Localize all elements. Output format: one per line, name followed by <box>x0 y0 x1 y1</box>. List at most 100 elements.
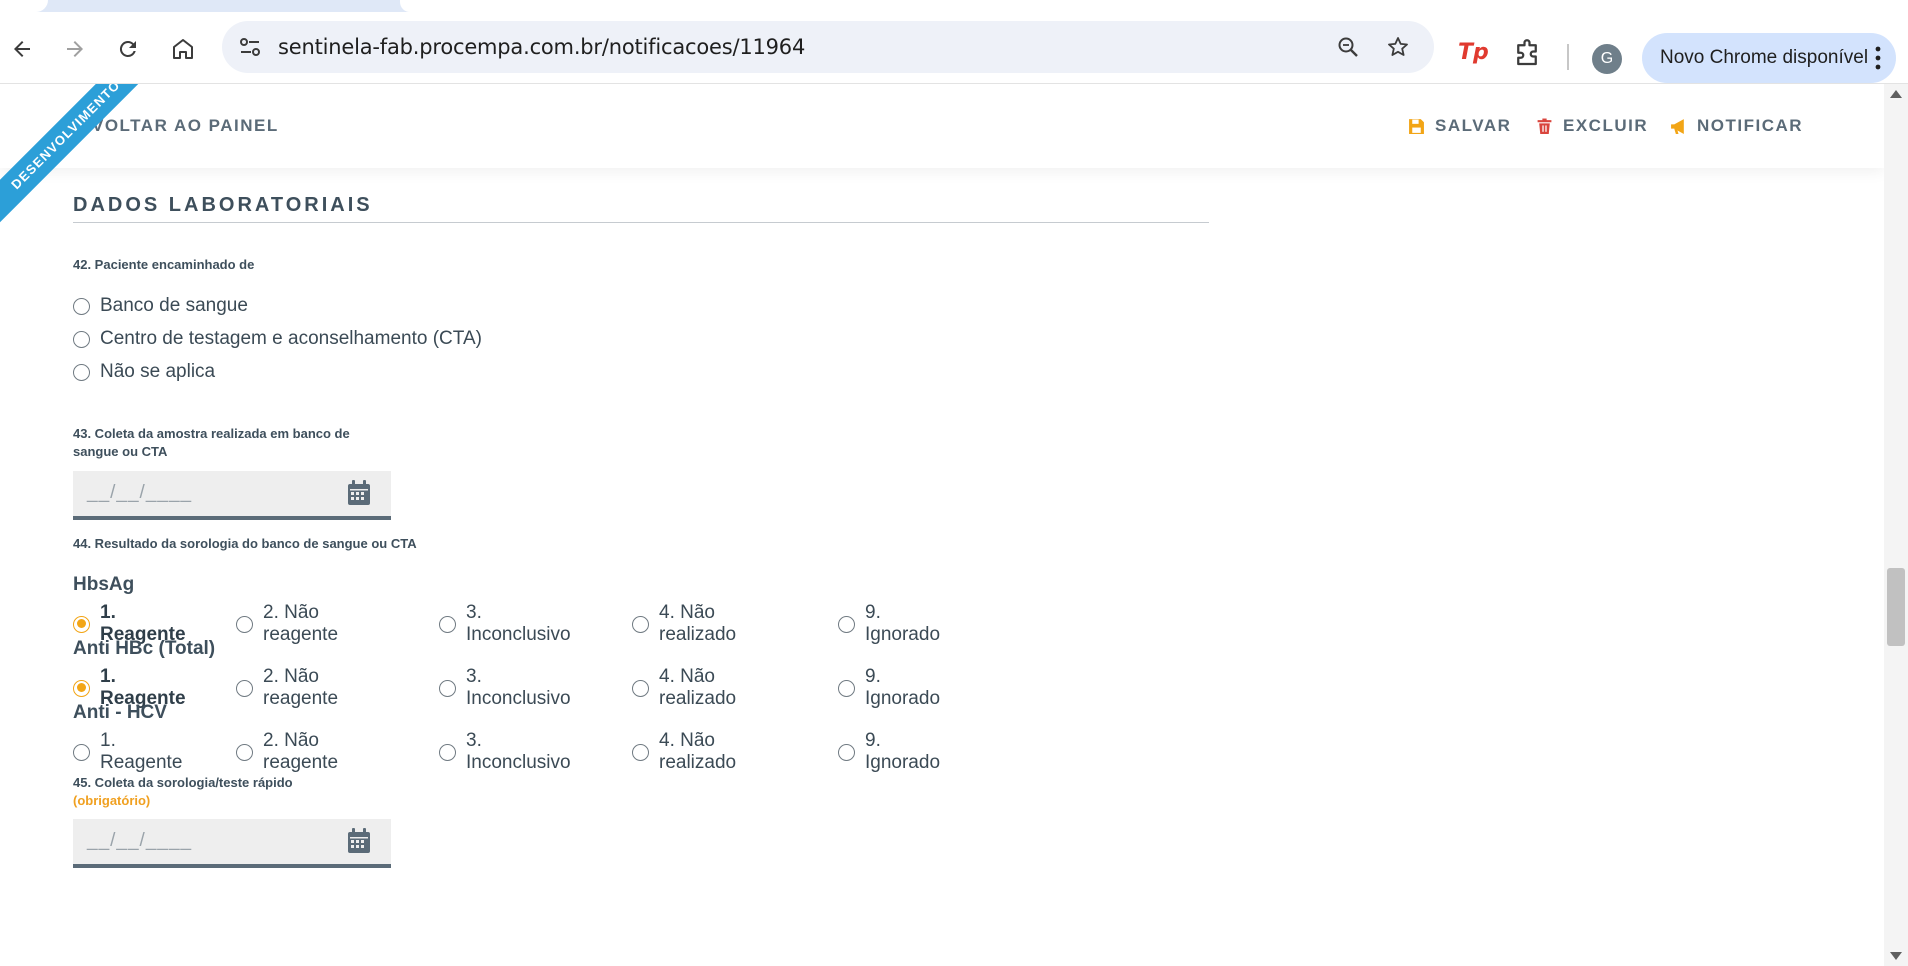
radio-button[interactable] <box>73 297 90 315</box>
kebab-menu-icon[interactable] <box>1874 44 1882 72</box>
q42-option[interactable]: Banco de sangue <box>73 295 248 317</box>
result-option[interactable]: 4. Não realizado <box>632 666 736 710</box>
zoom-icon[interactable] <box>1334 33 1362 61</box>
result-option[interactable]: 4. Não realizado <box>632 730 736 774</box>
radio-button[interactable] <box>439 615 456 633</box>
q42-label: 42. Paciente encaminhado de <box>73 257 255 272</box>
save-button[interactable]: SALVAR <box>1408 116 1511 136</box>
address-bar[interactable]: sentinela-fab.procempa.com.br/notificaco… <box>222 21 1434 73</box>
radio-button[interactable] <box>236 615 253 633</box>
result-option-label: 4. Não realizado <box>659 602 737 645</box>
result-option-label: 9. Ignorado <box>865 730 941 773</box>
trash-icon <box>1537 118 1552 134</box>
radio-button[interactable] <box>73 743 90 761</box>
radio-button[interactable] <box>838 679 855 697</box>
q45-label-text: 45. Coleta da sorologia/teste rápido <box>73 775 293 790</box>
section-title: DADOS LABORATORIAIS <box>73 194 373 216</box>
bookmark-star-icon[interactable] <box>1384 33 1412 61</box>
radio-button[interactable] <box>73 679 90 697</box>
radio-button[interactable] <box>73 615 90 633</box>
q42-option-label: Centro de testagem e aconselhamento (CTA… <box>100 328 482 349</box>
forward-button[interactable] <box>55 29 95 69</box>
test-name-anti-hbc: Anti HBc (Total) <box>73 638 216 659</box>
radio-button[interactable] <box>236 679 253 697</box>
home-button[interactable] <box>163 29 203 69</box>
radio-button[interactable] <box>632 679 649 697</box>
reload-button[interactable] <box>108 29 148 69</box>
profile-avatar[interactable]: G <box>1592 44 1622 74</box>
url-text[interactable]: sentinela-fab.procempa.com.br/notificaco… <box>278 35 805 59</box>
scrollbar-thumb[interactable] <box>1887 568 1905 646</box>
q43-label: 43. Coleta da amostra realizada em banco… <box>73 425 350 461</box>
radio-button[interactable] <box>632 743 649 761</box>
tab-strip-left <box>0 0 48 12</box>
result-option[interactable]: 2. Não reagente <box>236 730 338 774</box>
result-option[interactable]: 3. Inconclusivo <box>439 602 571 646</box>
calendar-icon[interactable] <box>347 480 371 506</box>
update-chip-label: Novo Chrome disponível <box>1660 47 1869 68</box>
radio-button[interactable] <box>838 743 855 761</box>
page-scrollbar[interactable] <box>1884 84 1908 966</box>
q45-date-input[interactable]: __/__/____ <box>73 819 391 868</box>
result-option-label: 2. Não reagente <box>263 602 339 645</box>
toolbar-separator <box>1567 44 1569 70</box>
result-option-label: 9. Ignorado <box>865 602 941 645</box>
calendar-icon[interactable] <box>347 828 371 854</box>
save-floppy-icon <box>1409 118 1424 134</box>
result-option[interactable]: 2. Não reagente <box>236 602 338 646</box>
radio-button[interactable] <box>236 743 253 761</box>
result-option[interactable]: 9. Ignorado <box>838 602 940 646</box>
test-name-hbsag: HbsAg <box>73 574 135 595</box>
page-viewport: VOLTAR AO PAINEL SALVAR EXCLUIR NOTIFICA… <box>0 84 1884 966</box>
result-option[interactable]: 4. Não realizado <box>632 602 736 646</box>
q44-label: 44. Resultado da sorologia do banco de s… <box>73 536 417 551</box>
delete-button-label: EXCLUIR <box>1563 116 1649 135</box>
site-info-icon[interactable] <box>236 33 264 61</box>
result-option-label: 1. Reagente <box>100 730 183 773</box>
extensions-puzzle-icon[interactable] <box>1512 39 1544 71</box>
q43-label-line1: 43. Coleta da amostra realizada em banco… <box>73 426 350 441</box>
radio-button[interactable] <box>439 743 456 761</box>
save-button-label: SALVAR <box>1435 116 1512 135</box>
radio-button[interactable] <box>838 615 855 633</box>
q43-label-line2: sangue ou CTA <box>73 444 168 459</box>
result-option[interactable]: 9. Ignorado <box>838 666 940 710</box>
tab-strip <box>0 0 1908 12</box>
delete-button[interactable]: EXCLUIR <box>1536 116 1648 136</box>
result-option-label: 2. Não reagente <box>263 730 339 773</box>
scroll-up-arrow-icon[interactable] <box>1890 90 1902 98</box>
q45-label: 45. Coleta da sorologia/teste rápido (ob… <box>73 774 293 810</box>
radio-button[interactable] <box>73 330 90 348</box>
radio-button[interactable] <box>632 615 649 633</box>
extension-tp-icon[interactable]: Tp <box>1458 40 1490 72</box>
radio-button[interactable] <box>73 363 90 381</box>
back-to-dashboard-link[interactable]: VOLTAR AO PAINEL <box>92 116 279 136</box>
result-option[interactable]: 3. Inconclusivo <box>439 730 571 774</box>
result-option-label: 3. Inconclusivo <box>466 666 571 709</box>
q42-option-label: Banco de sangue <box>100 295 248 316</box>
q42-option-label: Não se aplica <box>100 361 216 382</box>
date-mask-placeholder: __/__/____ <box>87 482 193 503</box>
q43-date-input[interactable]: __/__/____ <box>73 471 391 520</box>
q42-option[interactable]: Não se aplica <box>73 361 215 383</box>
active-tab[interactable] <box>400 0 1908 12</box>
result-option[interactable]: 3. Inconclusivo <box>439 666 571 710</box>
result-option-label: 2. Não reagente <box>263 666 339 709</box>
arrow-right-icon <box>67 41 83 57</box>
result-option-label: 9. Ignorado <box>865 666 941 709</box>
q45-required-note: (obrigatório) <box>73 793 151 808</box>
date-mask-placeholder: __/__/____ <box>87 830 193 851</box>
scroll-down-arrow-icon[interactable] <box>1890 952 1902 960</box>
browser-toolbar: sentinela-fab.procempa.com.br/notificaco… <box>0 12 1908 84</box>
page-header: VOLTAR AO PAINEL SALVAR EXCLUIR NOTIFICA… <box>0 84 1884 168</box>
back-button[interactable] <box>2 29 42 69</box>
result-option[interactable]: 2. Não reagente <box>236 666 338 710</box>
result-option-label: 3. Inconclusivo <box>466 602 571 645</box>
result-option[interactable]: 9. Ignorado <box>838 730 940 774</box>
notify-button[interactable]: NOTIFICAR <box>1670 116 1803 136</box>
radio-button[interactable] <box>439 679 456 697</box>
q42-option[interactable]: Centro de testagem e aconselhamento (CTA… <box>73 328 482 350</box>
home-icon <box>173 39 193 59</box>
result-option[interactable]: 1. Reagente <box>73 730 182 774</box>
chrome-update-chip[interactable]: Novo Chrome disponível <box>1642 33 1896 83</box>
